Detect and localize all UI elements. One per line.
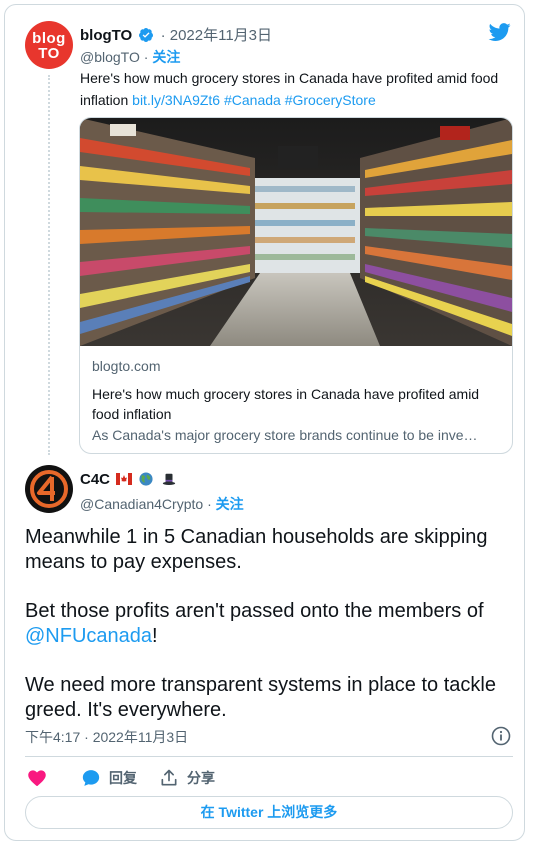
hashtag-canada[interactable]: #Canada (224, 92, 281, 108)
tweet-handle-row: @Canadian4Crypto · 关注 (80, 496, 244, 512)
quoted-author-row: blogTO · 2022年11月3日 (80, 24, 272, 45)
reply-bubble-icon (82, 770, 100, 786)
tweet-body: Meanwhile 1 in 5 Canadian households are… (25, 525, 515, 747)
avatar-logo-text: blog (32, 30, 66, 47)
tweet-paragraph-2: Bet those profits aren't passed onto the… (25, 599, 515, 649)
quoted-date[interactable]: · 2022年11月3日 (161, 27, 272, 44)
verified-badge-icon (139, 28, 154, 42)
quoted-author-name[interactable]: blogTO (80, 27, 132, 44)
grocery-aisle-image (80, 118, 512, 346)
c4c-avatar[interactable] (25, 465, 73, 513)
tweet-paragraph-2-text: Bet those profits aren't passed onto the… (25, 600, 484, 622)
quoted-handle-row: @blogTO · 关注 (80, 49, 181, 65)
blogto-avatar[interactable]: blog TO (25, 21, 73, 69)
link-description: As Canada's major grocery store brands c… (92, 427, 478, 443)
divider (25, 756, 513, 757)
quoted-handle[interactable]: @blogTO (80, 49, 140, 65)
reply-button[interactable]: 回复 (81, 767, 137, 789)
heart-icon (28, 770, 46, 786)
info-icon[interactable] (491, 726, 511, 746)
tweet-paragraph-2-suffix: ! (152, 625, 158, 647)
link-domain: blogto.com (92, 358, 161, 374)
follow-button-2[interactable]: 关注 (216, 496, 244, 512)
link-preview-info: blogto.com Here's how much grocery store… (92, 356, 502, 445)
tweet-paragraph-3: We need more transparent systems in plac… (25, 674, 496, 721)
tweet-author-name[interactable]: C4C (80, 471, 110, 488)
top-hat-icon (162, 473, 175, 485)
canada-flag-icon (116, 473, 133, 485)
like-button[interactable] (27, 767, 47, 789)
share-label: 分享 (187, 770, 215, 786)
tweet-author-row: C4C (80, 471, 177, 488)
twitter-bird-icon[interactable] (487, 21, 513, 43)
tweet-paragraph-1: Meanwhile 1 in 5 Canadian households are… (25, 526, 488, 573)
mention-nfucanada[interactable]: @NFUcanada (25, 625, 152, 647)
link-preview-card[interactable]: blogto.com Here's how much grocery store… (79, 117, 513, 454)
share-upload-icon (161, 769, 177, 786)
view-more-on-twitter-button[interactable]: 在 Twitter 上浏览更多 (25, 796, 513, 829)
link-title: Here's how much grocery stores in Canada… (92, 386, 480, 422)
tweet-handle[interactable]: @Canadian4Crypto (80, 496, 203, 512)
globe-icon (139, 472, 153, 486)
quoted-link[interactable]: bit.ly/3NA9Zt6 (132, 92, 220, 108)
reply-label: 回复 (109, 770, 137, 786)
share-button[interactable]: 分享 (159, 767, 215, 789)
quoted-tweet-text: Here's how much grocery stores in Canada… (80, 67, 512, 111)
hashtag-grocerystore[interactable]: #GroceryStore (285, 92, 376, 108)
follow-button[interactable]: 关注 (152, 49, 180, 65)
tweet-timestamp[interactable]: 下午4:17 · 2022年11月3日 (25, 727, 188, 747)
avatar-logo-text-2: TO (38, 45, 60, 62)
thread-connector-line (48, 75, 50, 455)
embedded-tweet-card: blog TO blogTO · 2022年11月3日 @blogTO · 关注… (4, 4, 525, 841)
